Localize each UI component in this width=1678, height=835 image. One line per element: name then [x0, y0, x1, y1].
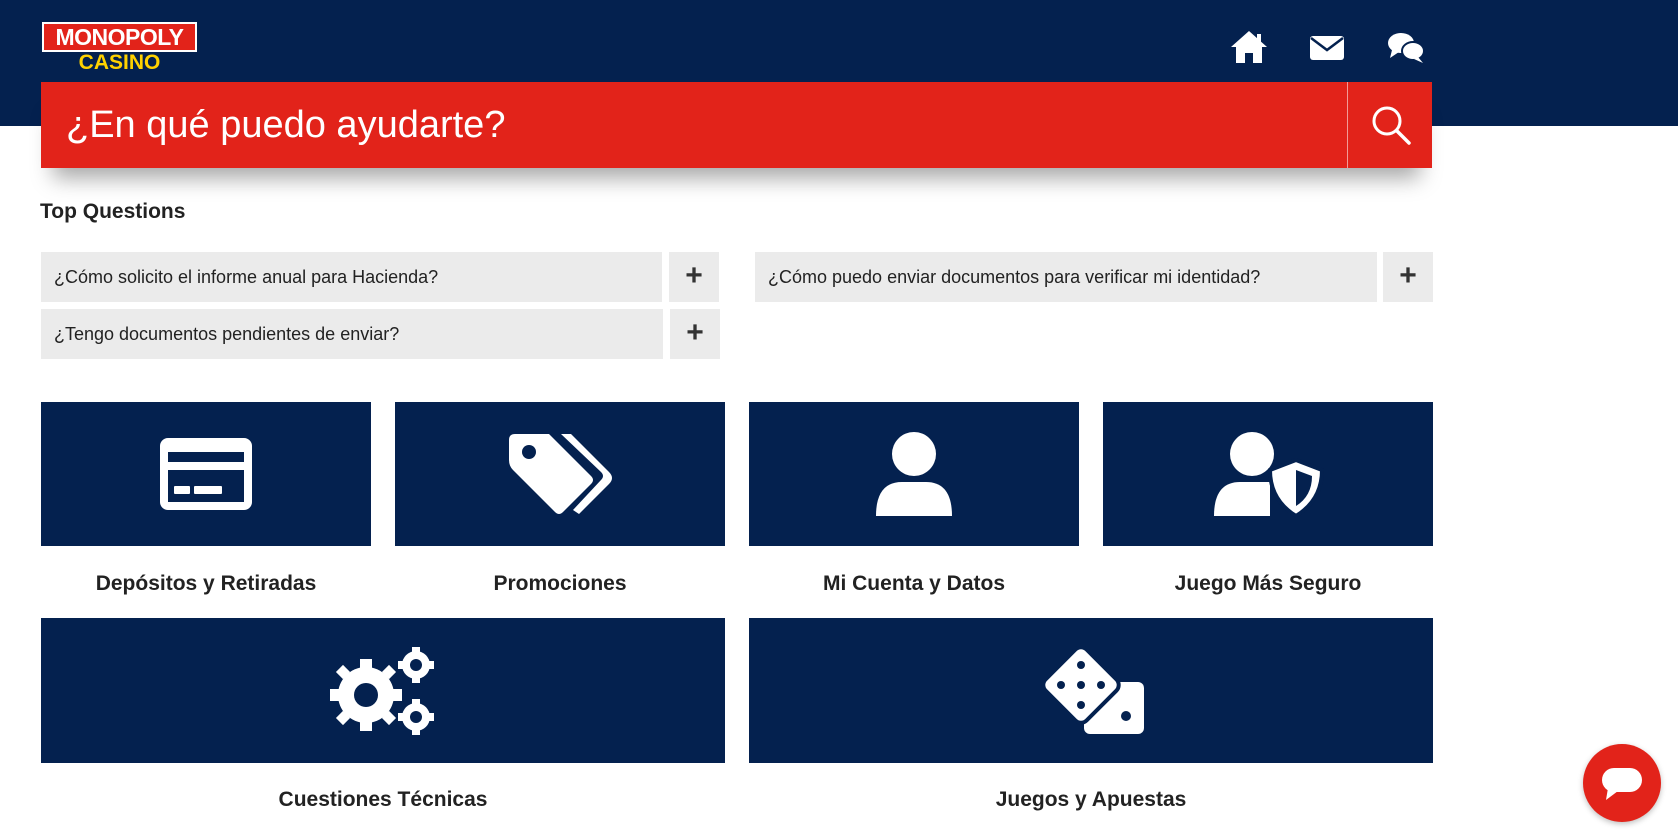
search-icon [1372, 106, 1411, 145]
category-label: Promociones [493, 572, 627, 595]
dice-icon [1041, 645, 1144, 734]
category-tile-safer-gambling[interactable] [1103, 402, 1433, 546]
category-label: Cuestiones Técnicas [278, 788, 488, 811]
gears-icon [330, 646, 434, 735]
faq-expand-button[interactable]: + [670, 309, 720, 359]
category-tile-technical[interactable] [41, 618, 725, 763]
chat-bubble-icon [1602, 768, 1642, 800]
faq-question[interactable]: ¿Cómo puedo enviar documentos para verif… [755, 252, 1377, 302]
search-bar [41, 82, 1432, 168]
category-label: Juego Más Seguro [1174, 572, 1362, 595]
credit-card-icon [160, 438, 252, 510]
logo-casino-text: CASINO [78, 51, 161, 74]
logo-monopoly-text: MONOPOLY [42, 22, 197, 52]
home-icon[interactable] [1229, 28, 1269, 66]
category-tile-promotions[interactable] [395, 402, 725, 546]
user-icon [876, 432, 952, 516]
faq-question[interactable]: ¿Cómo solicito el informe anual para Hac… [41, 252, 662, 302]
search-input[interactable] [41, 82, 1346, 168]
chat-icon[interactable] [1386, 28, 1426, 66]
category-label: Mi Cuenta y Datos [822, 572, 1006, 595]
live-chat-button[interactable] [1583, 744, 1661, 822]
category-label: Depósitos y Retiradas [95, 572, 317, 595]
faq-expand-button[interactable]: + [1383, 252, 1433, 302]
search-button[interactable] [1347, 82, 1432, 168]
category-tile-games[interactable] [749, 618, 1433, 763]
monopoly-casino-logo[interactable]: MONOPOLY CASINO [42, 22, 197, 74]
category-label: Juegos y Apuestas [995, 788, 1187, 811]
tags-icon [509, 434, 612, 514]
top-questions-title: Top Questions [40, 200, 186, 223]
category-tile-account[interactable] [749, 402, 1079, 546]
mail-icon[interactable] [1307, 28, 1347, 66]
faq-expand-button[interactable]: + [669, 252, 719, 302]
faq-question[interactable]: ¿Tengo documentos pendientes de enviar? [41, 309, 663, 359]
user-shield-icon [1214, 432, 1324, 518]
category-tile-deposits[interactable] [41, 402, 371, 546]
